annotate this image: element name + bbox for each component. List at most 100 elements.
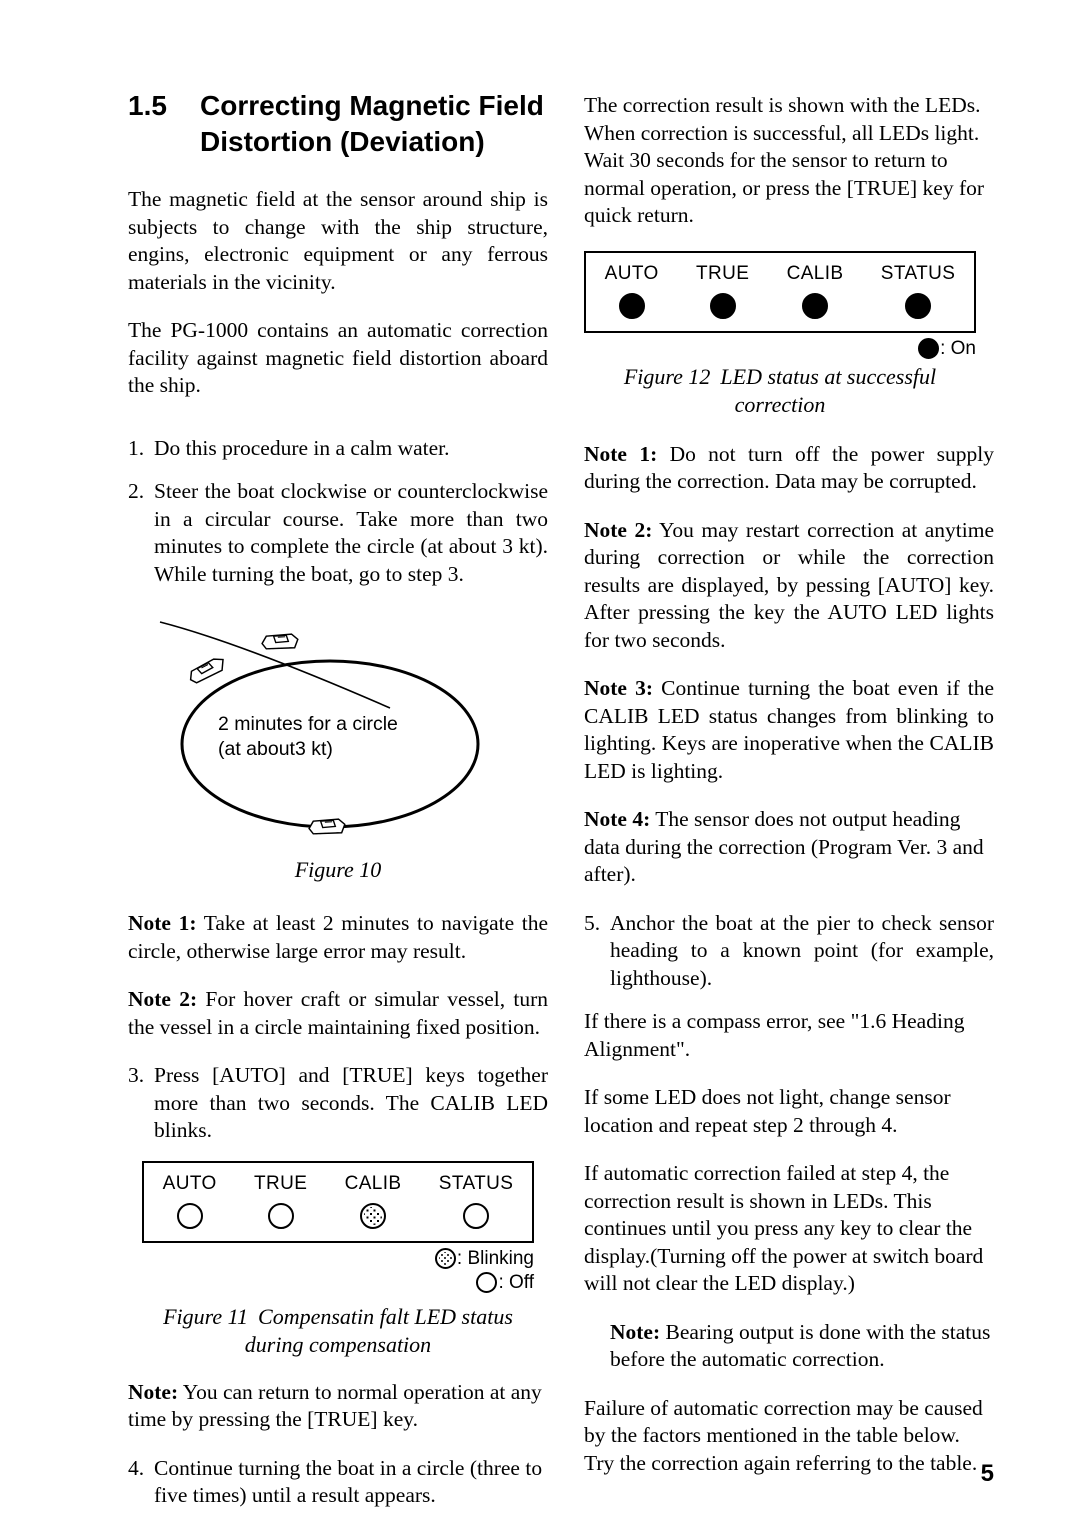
step-2-text: Steer the boat clockwise or counterclock… xyxy=(154,479,548,586)
led-calib-f12-label: CALIB xyxy=(786,262,844,284)
right-note-bearing-text: Bearing output is done with the status b… xyxy=(610,1319,991,1372)
left-note-2: Note 2: For hover craft or simular vesse… xyxy=(128,986,548,1041)
right-note-2: Note 2: You may restart correction at an… xyxy=(584,517,994,655)
led-true-f12-indicator-on xyxy=(709,292,736,319)
led-true-f12: TRUE xyxy=(696,263,749,319)
left-note-3: Note: You can return to normal operation… xyxy=(128,1379,548,1434)
legend-on: : On xyxy=(918,337,976,361)
left-column: 1.5 Correcting Magnetic Field Distortion… xyxy=(128,88,548,1526)
section-title-line-1: Correcting Magnetic Field xyxy=(200,90,544,121)
figure-12-led-row: AUTO TRUE CALIB STATUS xyxy=(586,263,974,319)
figure-11-caption-line-2: during compensation xyxy=(244,1331,432,1357)
right-note-3: Note 3: Continue turning the boat even i… xyxy=(584,675,994,785)
led-true: TRUE xyxy=(254,1173,307,1229)
page-number: 5 xyxy=(980,1460,994,1487)
led-true-indicator-off xyxy=(267,1202,294,1229)
figure-12-caption-line-1: LED status at successful xyxy=(720,363,937,389)
figure-11-caption-word: Figure 11 xyxy=(163,1303,249,1329)
figure-10-diagram: 2 minutes for a circle (at about3 kt) xyxy=(152,604,512,854)
legend-blinking-text: : Blinking xyxy=(456,1247,534,1269)
led-true-label: TRUE xyxy=(253,1172,308,1194)
led-calib-f12-indicator-on xyxy=(802,292,829,319)
led-calib-f12: CALIB xyxy=(787,263,844,319)
step-4-number: 4. xyxy=(128,1455,145,1480)
boat-icon-top xyxy=(261,633,299,650)
led-auto-f12-label: AUTO xyxy=(604,262,659,284)
right-note-bearing: Note: Bearing output is done with the st… xyxy=(610,1319,994,1374)
section-number: 1.5 xyxy=(128,90,167,121)
left-note-3-text: You can return to normal operation at an… xyxy=(128,1379,542,1432)
led-status-indicator-off xyxy=(463,1202,490,1229)
left-note-1: Note 1: Take at least 2 minutes to navig… xyxy=(128,910,548,965)
para-failure-table: Failure of automatic correction may be c… xyxy=(584,1395,983,1475)
figure-11-led-panel: AUTO TRUE CALIB STATUS xyxy=(142,1160,534,1243)
legend-on-text: : On xyxy=(940,337,976,359)
step-3-number: 3. xyxy=(128,1063,145,1087)
step-1-text: Do this procedure in a calm water. xyxy=(154,435,450,460)
legend-off: : Off xyxy=(476,1271,534,1295)
led-auto-f12: AUTO xyxy=(605,263,659,319)
led-status: STATUS xyxy=(439,1173,514,1229)
step-1-number: 1. xyxy=(128,435,145,460)
boat-icon-left xyxy=(189,658,224,684)
document-page: 1.5 Correcting Magnetic Field Distortion… xyxy=(0,0,1080,1526)
figure-12-legend: : On xyxy=(584,337,976,361)
step-2-number: 2. xyxy=(128,479,145,503)
legend-blinking: : Blinking xyxy=(434,1247,534,1271)
step-3: 3. Press [AUTO] and [TRUE] keys together… xyxy=(128,1062,548,1145)
intro-paragraph-2: The PG-1000 contains an automatic correc… xyxy=(128,318,548,397)
right-intro-paragraph: The correction result is shown with the … xyxy=(584,93,985,227)
led-status-f12: STATUS xyxy=(881,263,956,319)
step-4-text: Continue turning the boat in a circle (t… xyxy=(154,1455,543,1508)
intro-paragraph-1: The magnetic field at the sensor around … xyxy=(128,187,548,294)
right-note-bearing-label: Note: xyxy=(610,1319,661,1344)
figure-10-caption: Figure 10 xyxy=(294,857,382,882)
left-note-3-label: Note: xyxy=(128,1379,179,1404)
led-auto-f12-indicator-on xyxy=(618,292,645,319)
figure-11-legend: : Blinking : Off xyxy=(142,1247,534,1295)
right-note-1: Note 1: Do not turn off the power supply… xyxy=(584,441,994,496)
para-compass-error: If there is a compass error, see "1.6 He… xyxy=(584,1009,965,1061)
figure-12-caption-line-2: correction xyxy=(734,391,826,417)
step-1: 1. Do this procedure in a calm water. xyxy=(128,435,548,463)
led-true-f12-label: TRUE xyxy=(695,262,750,284)
led-auto-indicator-off xyxy=(176,1202,203,1229)
section-title-line-2: Distortion (Deviation) xyxy=(200,126,485,157)
right-column: The correction result is shown with the … xyxy=(584,92,994,1498)
on-led-icon xyxy=(918,338,940,359)
figure-11-led-row: AUTO TRUE CALIB STATUS xyxy=(144,1173,532,1229)
step-3-text: Press [AUTO] and [TRUE] keys together mo… xyxy=(154,1063,548,1142)
para-failed-step-4: If automatic correction failed at step 4… xyxy=(584,1161,984,1295)
led-calib-label: CALIB xyxy=(344,1172,402,1194)
page-title: 1.5 Correcting Magnetic Field Distortion… xyxy=(128,88,548,160)
led-status-f12-indicator-on xyxy=(905,292,932,319)
figure-12-caption-word: Figure 12 xyxy=(623,363,711,389)
led-calib-indicator-blinking xyxy=(360,1202,387,1229)
right-note-1-label: Note 1: xyxy=(584,441,658,466)
step-2: 2. Steer the boat clockwise or countercl… xyxy=(128,478,548,588)
figure-12-caption: Figure 12 LED status at successful correc… xyxy=(584,363,976,419)
step-5-number: 5. xyxy=(584,910,601,935)
figure-11-caption-line-1: Compensatin falt LED status xyxy=(258,1303,513,1329)
step-5: 5. Anchor the boat at the pier to check … xyxy=(584,910,994,993)
blinking-led-icon xyxy=(434,1248,456,1269)
led-auto-label: AUTO xyxy=(162,1172,217,1194)
step-4: 4. Continue turning the boat in a circle… xyxy=(128,1455,548,1510)
led-status-f12-label: STATUS xyxy=(880,262,956,284)
right-note-4: Note 4: The sensor does not output headi… xyxy=(584,806,994,889)
legend-off-text: : Off xyxy=(498,1271,534,1293)
led-auto: AUTO xyxy=(163,1173,217,1229)
left-note-2-label: Note 2: xyxy=(128,987,198,1011)
right-note-4-label: Note 4: xyxy=(584,807,651,831)
para-led-not-light: If some LED does not light, change senso… xyxy=(584,1085,951,1137)
figure-10-inner-label: 2 minutes for a circle (at about3 kt) xyxy=(218,713,398,760)
figure-11: AUTO TRUE CALIB STATUS: Blinking: Off … xyxy=(142,1160,534,1359)
figure-12: AUTO TRUE CALIB STATUS: On Figure 12 LE… xyxy=(584,250,976,419)
led-status-label: STATUS xyxy=(438,1172,514,1194)
led-calib: CALIB xyxy=(345,1173,402,1229)
left-note-1-label: Note 1: xyxy=(128,911,197,935)
section-title: Correcting Magnetic Field Distortion (De… xyxy=(200,88,548,160)
boat-icon-bottom xyxy=(308,818,346,835)
off-led-icon xyxy=(476,1272,498,1293)
figure-11-caption: Figure 11 Compensatin falt LED status dur… xyxy=(142,1303,534,1359)
